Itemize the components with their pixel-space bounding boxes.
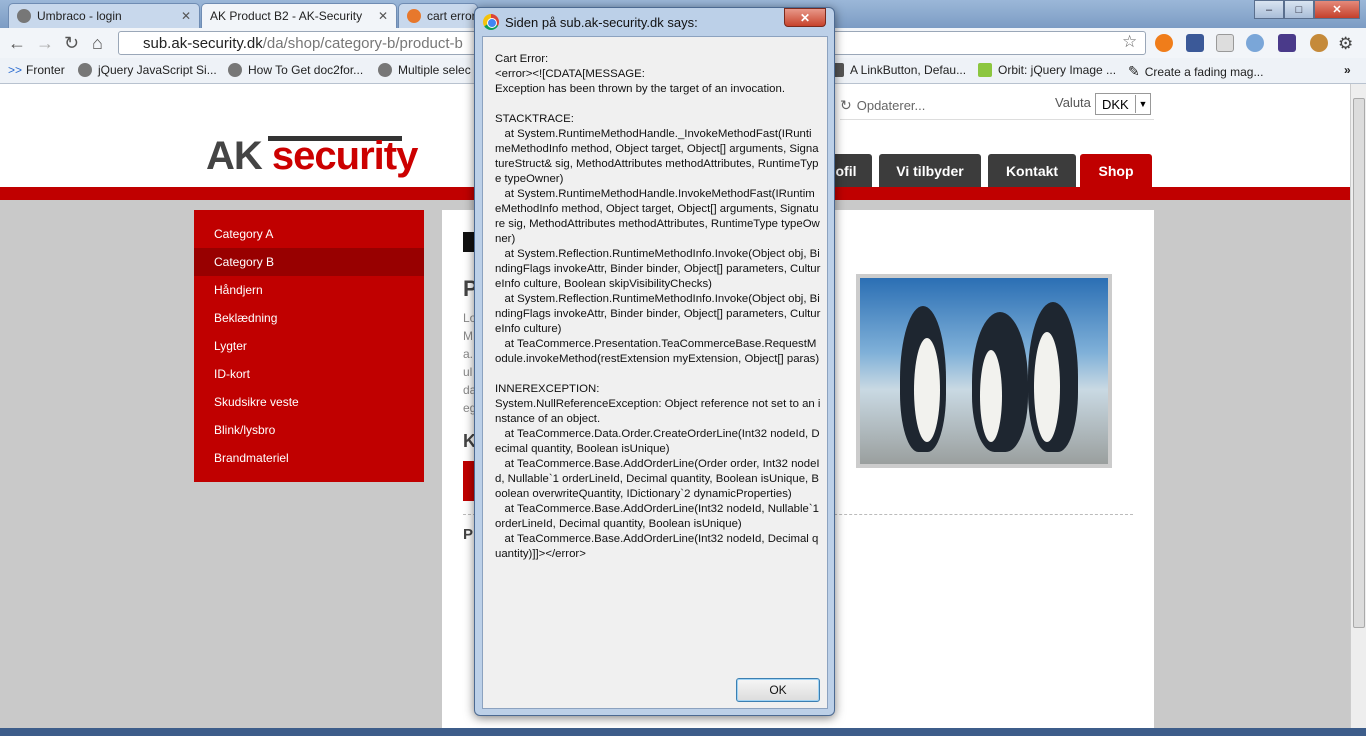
extension-orange-icon[interactable] bbox=[1155, 34, 1173, 52]
updating-label: Opdaterer... bbox=[856, 98, 926, 113]
dialog-title: Siden på sub.ak-security.dk says: bbox=[505, 14, 698, 30]
windows-taskbar bbox=[0, 728, 1366, 736]
reload-icon[interactable]: ↻ bbox=[64, 33, 79, 54]
window-controls: – □ ✕ bbox=[1254, 0, 1360, 19]
currency-select[interactable]: DKK ▼ bbox=[1095, 93, 1151, 115]
bookmark-star-icon[interactable]: ☆ bbox=[1122, 32, 1137, 52]
extension-globe-icon[interactable] bbox=[1246, 34, 1264, 52]
penguin-belly bbox=[1034, 332, 1060, 442]
bookmark-jquery[interactable]: jQuery JavaScript Si... bbox=[78, 63, 217, 77]
nav-tab-shop[interactable]: Shop bbox=[1080, 154, 1152, 188]
tab-cart-error[interactable]: cart error bbox=[398, 3, 478, 28]
sidebar-item-skudsikre-veste[interactable]: Skudsikre veste bbox=[194, 388, 424, 416]
sidebar-item-handjern[interactable]: Håndjern bbox=[194, 276, 424, 304]
tab-label: AK Product B2 - AK-Security bbox=[210, 9, 363, 23]
penguin-belly bbox=[914, 338, 940, 442]
tab-close-icon[interactable]: ✕ bbox=[175, 9, 191, 23]
page-scrollbar[interactable] bbox=[1350, 84, 1366, 736]
bookmark-multiple-select[interactable]: Multiple selec bbox=[378, 63, 471, 77]
spinner-icon: ↻ bbox=[840, 97, 852, 113]
sidebar-item-beklaedning[interactable]: Beklædning bbox=[194, 304, 424, 332]
extension-purple-icon[interactable] bbox=[1278, 34, 1296, 52]
nav-tab-kontakt[interactable]: Kontakt bbox=[988, 154, 1076, 188]
back-icon[interactable]: ← bbox=[8, 33, 26, 54]
sidebar-item-category-b[interactable]: Category B bbox=[194, 248, 424, 276]
bookmark-label: A LinkButton, Defau... bbox=[850, 63, 967, 77]
chrome-icon bbox=[483, 14, 499, 30]
dialog-body: Cart Error: <error><![CDATA[MESSAGE: Exc… bbox=[482, 36, 828, 709]
header-divider bbox=[840, 119, 1154, 120]
wrench-menu-icon[interactable]: ⚙ bbox=[1338, 34, 1356, 53]
maximize-button[interactable]: □ bbox=[1284, 0, 1314, 19]
fronter-icon: >> bbox=[8, 63, 23, 77]
currency-label: Valuta bbox=[1055, 95, 1091, 110]
scrollbar-thumb[interactable] bbox=[1353, 98, 1365, 628]
logo-security: security bbox=[271, 134, 418, 178]
url-host: sub.ak-security.dk bbox=[143, 34, 263, 52]
penguin-belly bbox=[980, 350, 1002, 442]
alert-dialog: Siden på sub.ak-security.dk says: ✕ Cart… bbox=[474, 7, 835, 716]
tab-close-icon[interactable]: ✕ bbox=[372, 9, 388, 23]
bookmark-label: How To Get doc2for... bbox=[248, 63, 364, 77]
chevron-down-icon: ▼ bbox=[1135, 95, 1150, 113]
penguin-middle bbox=[972, 312, 1028, 452]
tab-umbraco[interactable]: Umbraco - login ✕ bbox=[8, 3, 200, 28]
bookmark-label: jQuery JavaScript Si... bbox=[98, 63, 217, 77]
category-sidebar: Category A Category B Håndjern Beklædnin… bbox=[194, 210, 424, 482]
bookmark-label: Create a fading mag... bbox=[1144, 64, 1264, 79]
penguin-right bbox=[1028, 302, 1078, 452]
ok-button[interactable]: OK bbox=[736, 678, 820, 702]
bookmark-fronter[interactable]: >> Fronter bbox=[8, 63, 65, 77]
window-close-button[interactable]: ✕ bbox=[1314, 0, 1360, 19]
sidebar-item-brandmateriel[interactable]: Brandmateriel bbox=[194, 444, 424, 472]
bookmark-fading-mag[interactable]: ✎ Create a fading mag... bbox=[1128, 63, 1263, 80]
facebook-icon[interactable] bbox=[1186, 34, 1204, 52]
minimize-button[interactable]: – bbox=[1254, 0, 1284, 19]
bookmark-label: Fronter bbox=[26, 63, 65, 77]
cart-error-message: Cart Error: <error><![CDATA[MESSAGE: Exc… bbox=[495, 53, 821, 560]
bookmark-doc2for[interactable]: How To Get doc2for... bbox=[228, 63, 363, 77]
penguin-left bbox=[900, 306, 946, 452]
penguins-photo bbox=[860, 278, 1108, 464]
sidebar-item-blink-lysbro[interactable]: Blink/lysbro bbox=[194, 416, 424, 444]
bookmark-label: Orbit: jQuery Image ... bbox=[998, 63, 1117, 77]
site-logo[interactable]: AK security bbox=[206, 134, 418, 179]
logo-ak: AK bbox=[206, 134, 263, 178]
dialog-close-button[interactable]: ✕ bbox=[784, 8, 826, 27]
product-image[interactable] bbox=[856, 274, 1112, 468]
product-text-line: ul bbox=[463, 365, 473, 379]
currency-value: DKK bbox=[1102, 96, 1129, 112]
tab-label: Umbraco - login bbox=[37, 9, 122, 23]
globe-icon bbox=[78, 63, 92, 77]
section-heading: P bbox=[463, 526, 474, 543]
product-text-line: a. bbox=[463, 347, 474, 361]
bookmark-label: Multiple selec bbox=[398, 63, 471, 77]
globe-icon bbox=[378, 63, 392, 77]
home-icon[interactable]: ⌂ bbox=[92, 33, 103, 54]
sidebar-item-id-kort[interactable]: ID-kort bbox=[194, 360, 424, 388]
globe-icon bbox=[228, 63, 242, 77]
cart-error-favicon-icon bbox=[407, 9, 421, 23]
cart-updating-status: ↻ Opdaterer... bbox=[840, 97, 925, 114]
cookie-icon[interactable] bbox=[1310, 34, 1328, 52]
tab-label: cart error bbox=[427, 9, 476, 23]
nav-tab-vi-tilbyder[interactable]: Vi tilbyder bbox=[879, 154, 981, 188]
sidebar-item-lygter[interactable]: Lygter bbox=[194, 332, 424, 360]
product-text-line: M bbox=[463, 329, 473, 343]
url-path: /da/shop/category-b/product-b bbox=[262, 34, 463, 52]
gmail-icon[interactable] bbox=[1216, 34, 1234, 52]
dialog-titlebar: Siden på sub.ak-security.dk says: bbox=[483, 14, 698, 30]
more-bookmarks-button[interactable]: » bbox=[1344, 63, 1351, 77]
forward-icon[interactable]: → bbox=[36, 33, 54, 54]
bookmark-orbit[interactable]: Orbit: jQuery Image ... bbox=[978, 63, 1116, 77]
brush-icon: ✎ bbox=[1128, 63, 1140, 79]
orbit-icon bbox=[978, 63, 992, 77]
tab-product-b2[interactable]: AK Product B2 - AK-Security ✕ bbox=[201, 3, 397, 28]
umbraco-favicon-icon bbox=[17, 9, 31, 23]
sidebar-item-category-a[interactable]: Category A bbox=[194, 220, 424, 248]
bookmark-linkbutton[interactable]: A LinkButton, Defau... bbox=[830, 63, 966, 77]
